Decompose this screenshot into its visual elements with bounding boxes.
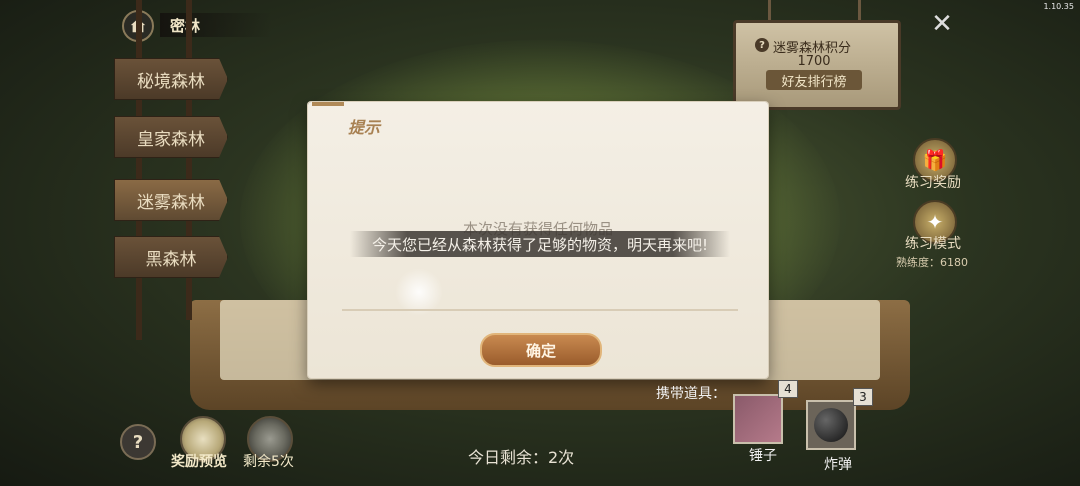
board-rope: [768, 0, 771, 22]
hammer-count: 4: [778, 380, 798, 398]
board-rope: [858, 0, 861, 22]
dialog-divider: [342, 309, 738, 311]
page-title: 密林: [170, 17, 201, 35]
zone-sign-royal-forest[interactable]: 皇家森林: [114, 116, 228, 158]
bomb-label: 炸弹: [824, 457, 852, 473]
score-value: 1700: [797, 54, 831, 69]
hammer-label: 锤子: [749, 448, 777, 464]
practice-mode-label[interactable]: 练习模式: [893, 233, 973, 253]
toast-message: 今天您已经从森林获得了足够的物资，明天再来吧!: [350, 231, 730, 257]
zone-sign-secret-forest[interactable]: 秘境森林: [114, 58, 228, 100]
help-button[interactable]: ?: [120, 424, 156, 460]
dialog-title: 提示: [348, 118, 381, 137]
today-remaining: 今日剩余：2次: [468, 448, 575, 467]
mastery-value: 熟练度：6180: [896, 256, 968, 269]
confirm-button[interactable]: 确定: [480, 333, 602, 367]
version-label: 1.10.35: [1043, 2, 1074, 11]
score-help-icon[interactable]: ?: [755, 38, 769, 52]
reward-preview-label[interactable]: 奖励预览: [171, 451, 227, 471]
remaining-count-label: 剩余5次: [243, 454, 294, 470]
close-icon[interactable]: ✕: [928, 10, 956, 38]
friend-ranking-button[interactable]: 好友排行榜: [766, 70, 862, 90]
dialog-accent: [312, 102, 344, 106]
bomb-count: 3: [853, 388, 873, 406]
bomb-icon[interactable]: [806, 400, 856, 450]
zone-sign-mist-forest[interactable]: 迷雾森林: [114, 179, 228, 221]
practice-reward-label[interactable]: 练习奖励: [893, 172, 973, 192]
sign-post: [136, 0, 142, 340]
carry-items-label: 携带道具：: [656, 386, 726, 402]
bomb-graphic: [814, 408, 848, 442]
hammer-icon[interactable]: [733, 394, 783, 444]
zone-sign-dark-forest[interactable]: 黑森林: [114, 236, 228, 278]
